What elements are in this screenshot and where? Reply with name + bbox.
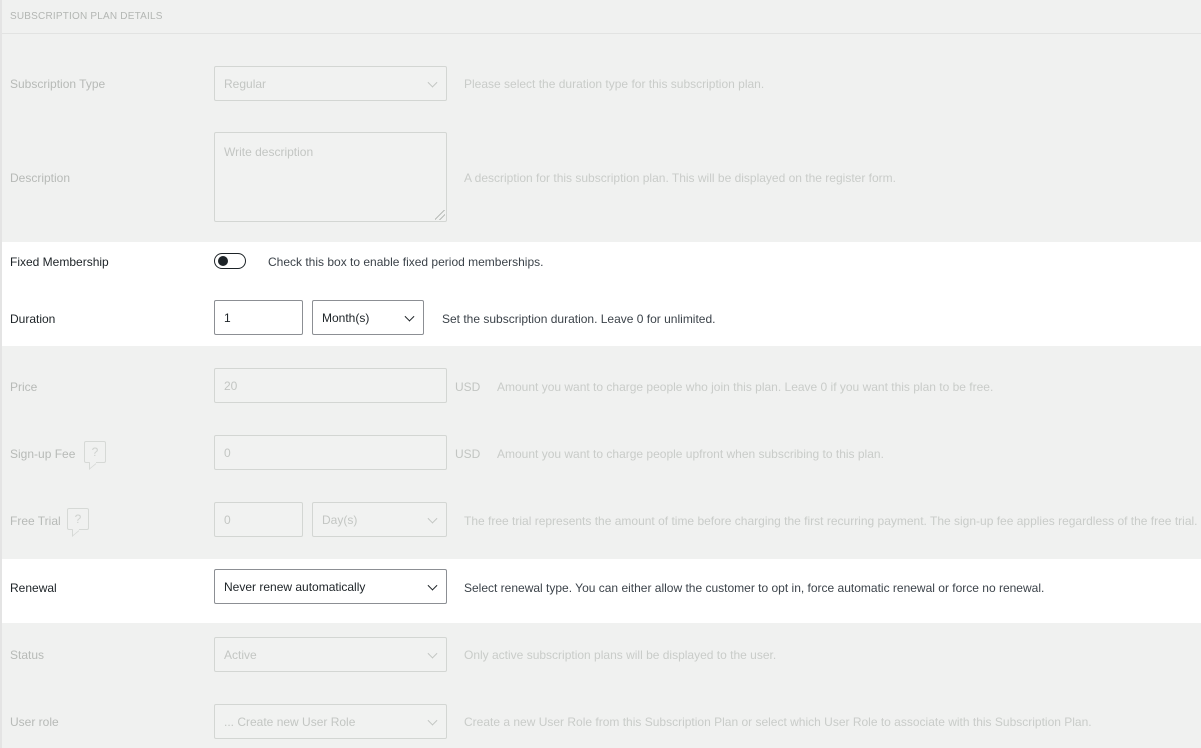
duration-input[interactable]: 1 bbox=[214, 300, 303, 335]
status-label: Status bbox=[10, 648, 45, 662]
user-role-label: User role bbox=[10, 715, 59, 729]
user-role-select[interactable]: ... Create new User Role bbox=[214, 704, 447, 739]
price-value: 20 bbox=[224, 378, 238, 393]
subscription-type-help: Please select the duration type for this… bbox=[464, 77, 765, 91]
subscription-type-select[interactable]: Regular bbox=[214, 66, 447, 101]
free-trial-unit-select[interactable]: Day(s) bbox=[312, 502, 447, 537]
price-help: Amount you want to charge people who joi… bbox=[497, 380, 994, 394]
help-tooltip-icon[interactable]: ? bbox=[67, 508, 89, 530]
row-subscription-type: Subscription Type Regular Please select … bbox=[2, 35, 1201, 132]
price-currency: USD bbox=[455, 380, 481, 394]
row-free-trial: Free Trial ? 0 Day(s) The free trial rep… bbox=[2, 480, 1201, 558]
row-renewal: Renewal Never renew automatically Select… bbox=[2, 559, 1201, 623]
free-trial-input[interactable]: 0 bbox=[214, 502, 303, 537]
fixed-membership-help: Check this box to enable fixed period me… bbox=[268, 255, 544, 269]
help-tooltip-icon[interactable]: ? bbox=[84, 441, 106, 463]
signup-fee-label: Sign-up Fee bbox=[10, 447, 76, 461]
signup-fee-currency: USD bbox=[455, 447, 481, 461]
resize-grip-icon[interactable] bbox=[435, 210, 445, 220]
status-help: Only active subscription plans will be d… bbox=[464, 648, 777, 662]
duration-label: Duration bbox=[10, 312, 56, 326]
renewal-value: Never renew automatically bbox=[224, 579, 366, 594]
subscription-type-label: Subscription Type bbox=[10, 77, 106, 91]
row-fixed-membership: Fixed Membership Check this box to enabl… bbox=[2, 242, 1201, 290]
subscription-plan-panel: SUBSCRIPTION PLAN DETAILS Subscription T… bbox=[0, 0, 1201, 748]
section-title: SUBSCRIPTION PLAN DETAILS bbox=[2, 0, 1201, 34]
subscription-type-value: Regular bbox=[224, 76, 267, 91]
fixed-membership-label: Fixed Membership bbox=[10, 255, 109, 269]
signup-fee-help: Amount you want to charge people upfront… bbox=[497, 447, 884, 461]
row-status: Status Active Only active subscription p… bbox=[2, 623, 1201, 690]
renewal-select[interactable]: Never renew automatically bbox=[214, 569, 447, 604]
row-user-role: User role ... Create new User Role Creat… bbox=[2, 690, 1201, 748]
duration-help: Set the subscription duration. Leave 0 f… bbox=[442, 312, 716, 326]
duration-unit-select[interactable]: Month(s) bbox=[312, 300, 424, 335]
user-role-value: ... Create new User Role bbox=[224, 714, 356, 729]
row-price: Price 20 USD Amount you want to charge p… bbox=[2, 346, 1201, 413]
price-label: Price bbox=[10, 380, 38, 394]
status-value: Active bbox=[224, 647, 257, 662]
signup-fee-value: 0 bbox=[224, 445, 231, 460]
description-label: Description bbox=[10, 171, 71, 185]
fixed-membership-toggle[interactable] bbox=[214, 253, 246, 269]
free-trial-label: Free Trial bbox=[10, 514, 61, 528]
signup-fee-input[interactable]: 0 bbox=[214, 435, 447, 470]
description-help: A description for this subscription plan… bbox=[464, 171, 896, 185]
renewal-help: Select renewal type. You can either allo… bbox=[464, 581, 1045, 595]
free-trial-unit-value: Day(s) bbox=[322, 512, 358, 527]
free-trial-help: The free trial represents the amount of … bbox=[464, 514, 1198, 528]
free-trial-value: 0 bbox=[224, 512, 231, 527]
row-description: Description A description for this subsc… bbox=[2, 122, 1201, 240]
description-textarea[interactable] bbox=[214, 132, 447, 222]
row-duration: Duration 1 Month(s) Set the subscription… bbox=[2, 290, 1201, 346]
duration-unit-value: Month(s) bbox=[322, 310, 370, 325]
status-select[interactable]: Active bbox=[214, 637, 447, 672]
duration-value: 1 bbox=[224, 310, 231, 325]
toggle-knob bbox=[218, 256, 228, 266]
renewal-label: Renewal bbox=[10, 581, 57, 595]
price-input[interactable]: 20 bbox=[214, 368, 447, 403]
row-signup-fee: Sign-up Fee ? 0 USD Amount you want to c… bbox=[2, 413, 1201, 480]
user-role-help: Create a new User Role from this Subscri… bbox=[464, 715, 1092, 729]
